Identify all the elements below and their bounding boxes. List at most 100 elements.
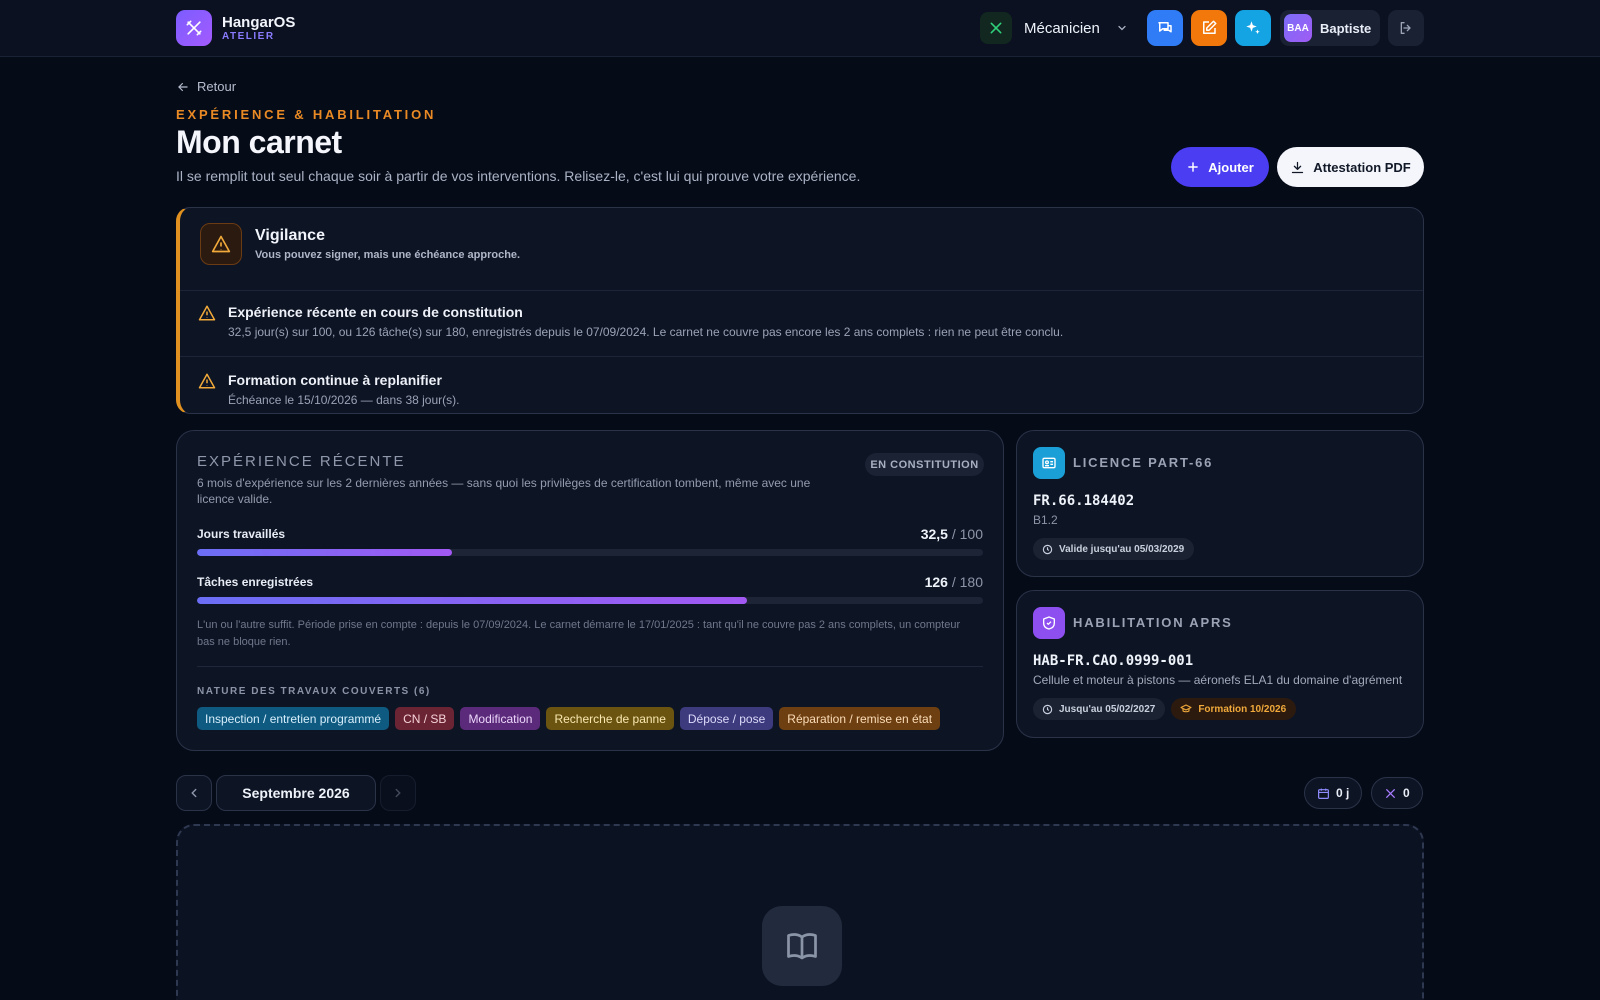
- sparkles-icon: [1246, 21, 1260, 34]
- warning-icon: [200, 223, 242, 265]
- aprs-validity-badge: Jusqu'au 05/02/2027: [1033, 698, 1166, 720]
- vigilance-description: Vous pouvez signer, mais une échéance ap…: [255, 249, 521, 261]
- aprs-card: HABILITATION APRS HAB-FR.CAO.0999-001 Ce…: [1016, 590, 1424, 738]
- days-label: Jours travaillés: [197, 527, 286, 541]
- user-menu[interactable]: BAA Baptiste: [1280, 10, 1380, 46]
- licence-title: LICENCE PART-66: [1073, 455, 1214, 470]
- chevron-left-icon: [191, 788, 197, 798]
- wrench-screwdriver-icon: [176, 10, 212, 46]
- nature-chip: Modification: [460, 707, 541, 730]
- previous-month-button[interactable]: [176, 775, 212, 811]
- shield-check-icon: [1033, 607, 1065, 639]
- nature-chip: Inspection / entretien programmé: [197, 707, 390, 730]
- licence-card: LICENCE PART-66 FR.66.184402 B1.2 Valide…: [1016, 430, 1424, 577]
- licence-validity-badge: Valide jusqu'au 05/03/2029: [1033, 538, 1195, 560]
- tasks-progress-fill: [197, 597, 748, 604]
- tools-icon: [1386, 788, 1395, 798]
- assistant-button[interactable]: [1235, 10, 1271, 46]
- page-eyebrow: EXPÉRIENCE & HABILITATION: [176, 107, 437, 122]
- tools-icon: [980, 12, 1012, 44]
- experience-description: 6 mois d'expérience sur les 2 dernières …: [197, 476, 811, 506]
- days-count: 32,5: [920, 526, 948, 542]
- tasks-target: / 180: [951, 574, 983, 590]
- clock-icon: [1042, 544, 1053, 554]
- divider: [197, 666, 983, 667]
- period-tasks: 0: [1403, 786, 1410, 800]
- training-label: Formation 10/2026: [1198, 703, 1287, 715]
- nature-chip-list: Inspection / entretien programmé CN / SB M…: [197, 707, 941, 730]
- recent-experience-card: EXPÉRIENCE RÉCENTE EN CONSTITUTION 6 moi…: [176, 430, 1004, 751]
- current-month[interactable]: Septembre 2026: [216, 775, 376, 811]
- app-subtitle: ATELIER: [222, 30, 275, 42]
- id-card-icon: [1033, 447, 1065, 479]
- tasks-progress-bar: [197, 597, 983, 604]
- pdf-attestation-button[interactable]: Attestation PDF: [1277, 147, 1424, 187]
- arrow-left-icon: [178, 82, 188, 91]
- licence-validity: Valide jusqu'au 05/03/2029: [1059, 543, 1185, 555]
- chevron-down-icon: [1116, 22, 1128, 34]
- back-link[interactable]: Retour: [176, 79, 236, 94]
- tasks-label: Tâches enregistrées: [197, 575, 314, 589]
- vigilance-item-title: Expérience récente en cours de constitut…: [228, 304, 523, 320]
- experience-title: EXPÉRIENCE RÉCENTE: [197, 453, 406, 470]
- nature-chip: Recherche de panne: [546, 707, 674, 730]
- top-bar: HangarOS ATELIER Mécanicien BAA Baptiste: [0, 0, 1600, 57]
- days-count-badge: 0 j: [1304, 777, 1363, 809]
- pdf-label: Attestation PDF: [1313, 159, 1411, 175]
- messages-button[interactable]: [1147, 10, 1183, 46]
- vigilance-item-description: Échéance le 15/10/2026 — dans 38 jour(s)…: [228, 393, 460, 407]
- nature-chip: Réparation / remise en état: [779, 707, 941, 730]
- pencil-icon: [1203, 20, 1217, 34]
- vigilance-item-title: Formation continue à replanifier: [228, 372, 442, 388]
- training-badge: Formation 10/2026: [1171, 698, 1297, 720]
- book-open-icon: [762, 906, 842, 986]
- days-progress-bar: [197, 549, 983, 556]
- days-value: 32,5 / 100: [921, 526, 983, 542]
- avatar: BAA: [1284, 14, 1312, 42]
- tasks-count: 126: [924, 574, 948, 590]
- warning-icon: [198, 305, 216, 321]
- brand[interactable]: HangarOS ATELIER: [176, 10, 295, 46]
- tasks-count-badge: 0: [1371, 777, 1423, 809]
- days-target: / 100: [951, 526, 983, 542]
- add-button[interactable]: Ajouter: [1171, 147, 1269, 187]
- warning-icon: [198, 373, 216, 389]
- calendar-icon: [1318, 788, 1329, 799]
- nature-title: NATURE DES TRAVAUX COUVERTS (6): [197, 686, 431, 697]
- next-month-button[interactable]: [380, 775, 416, 811]
- chat-icon: [1158, 22, 1172, 33]
- page-title: Mon carnet: [176, 124, 342, 160]
- licence-number: FR.66.184402: [1033, 493, 1135, 509]
- nature-chip: Dépose / pose: [679, 707, 774, 730]
- aprs-validity: Jusqu'au 05/02/2027: [1059, 703, 1156, 715]
- app-name: HangarOS: [222, 13, 296, 31]
- vigilance-title: Vigilance: [255, 227, 325, 244]
- graduation-cap-icon: [1180, 704, 1192, 713]
- plus-icon: [1188, 162, 1199, 172]
- logout-button[interactable]: [1388, 10, 1424, 46]
- page-subtitle: Il se remplit tout seul chaque soir à pa…: [176, 168, 861, 184]
- role-label: Mécanicien: [1024, 19, 1100, 37]
- chevron-right-icon: [395, 788, 401, 798]
- vigilance-item-description: 32,5 jour(s) sur 100, ou 126 tâche(s) su…: [228, 325, 1064, 339]
- add-label: Ajouter: [1208, 159, 1254, 175]
- status-badge: EN CONSTITUTION: [865, 453, 984, 476]
- role-selector[interactable]: Mécanicien: [980, 12, 1128, 44]
- edit-button[interactable]: [1191, 10, 1227, 46]
- aprs-scope: Cellule et moteur à pistons — aéronefs E…: [1033, 673, 1403, 687]
- tasks-value: 126 / 180: [925, 574, 983, 590]
- period-days: 0 j: [1336, 786, 1350, 800]
- nature-chip: CN / SB: [395, 707, 455, 730]
- download-icon: [1292, 161, 1304, 173]
- back-label: Retour: [197, 79, 237, 94]
- user-name: Baptiste: [1320, 20, 1372, 36]
- aprs-number: HAB-FR.CAO.0999-001: [1033, 653, 1194, 669]
- licence-category: B1.2: [1033, 513, 1058, 527]
- vigilance-panel: Vigilance Vous pouvez signer, mais une é…: [176, 207, 1424, 414]
- experience-note: L'un ou l'autre suffit. Période prise en…: [197, 619, 961, 648]
- logout-icon: [1400, 22, 1411, 34]
- vigilance-item: Expérience récente en cours de constitut…: [180, 290, 1423, 356]
- aprs-title: HABILITATION APRS: [1073, 615, 1233, 630]
- clock-icon: [1042, 704, 1053, 714]
- vigilance-item: Formation continue à replanifier Échéanc…: [180, 356, 1423, 413]
